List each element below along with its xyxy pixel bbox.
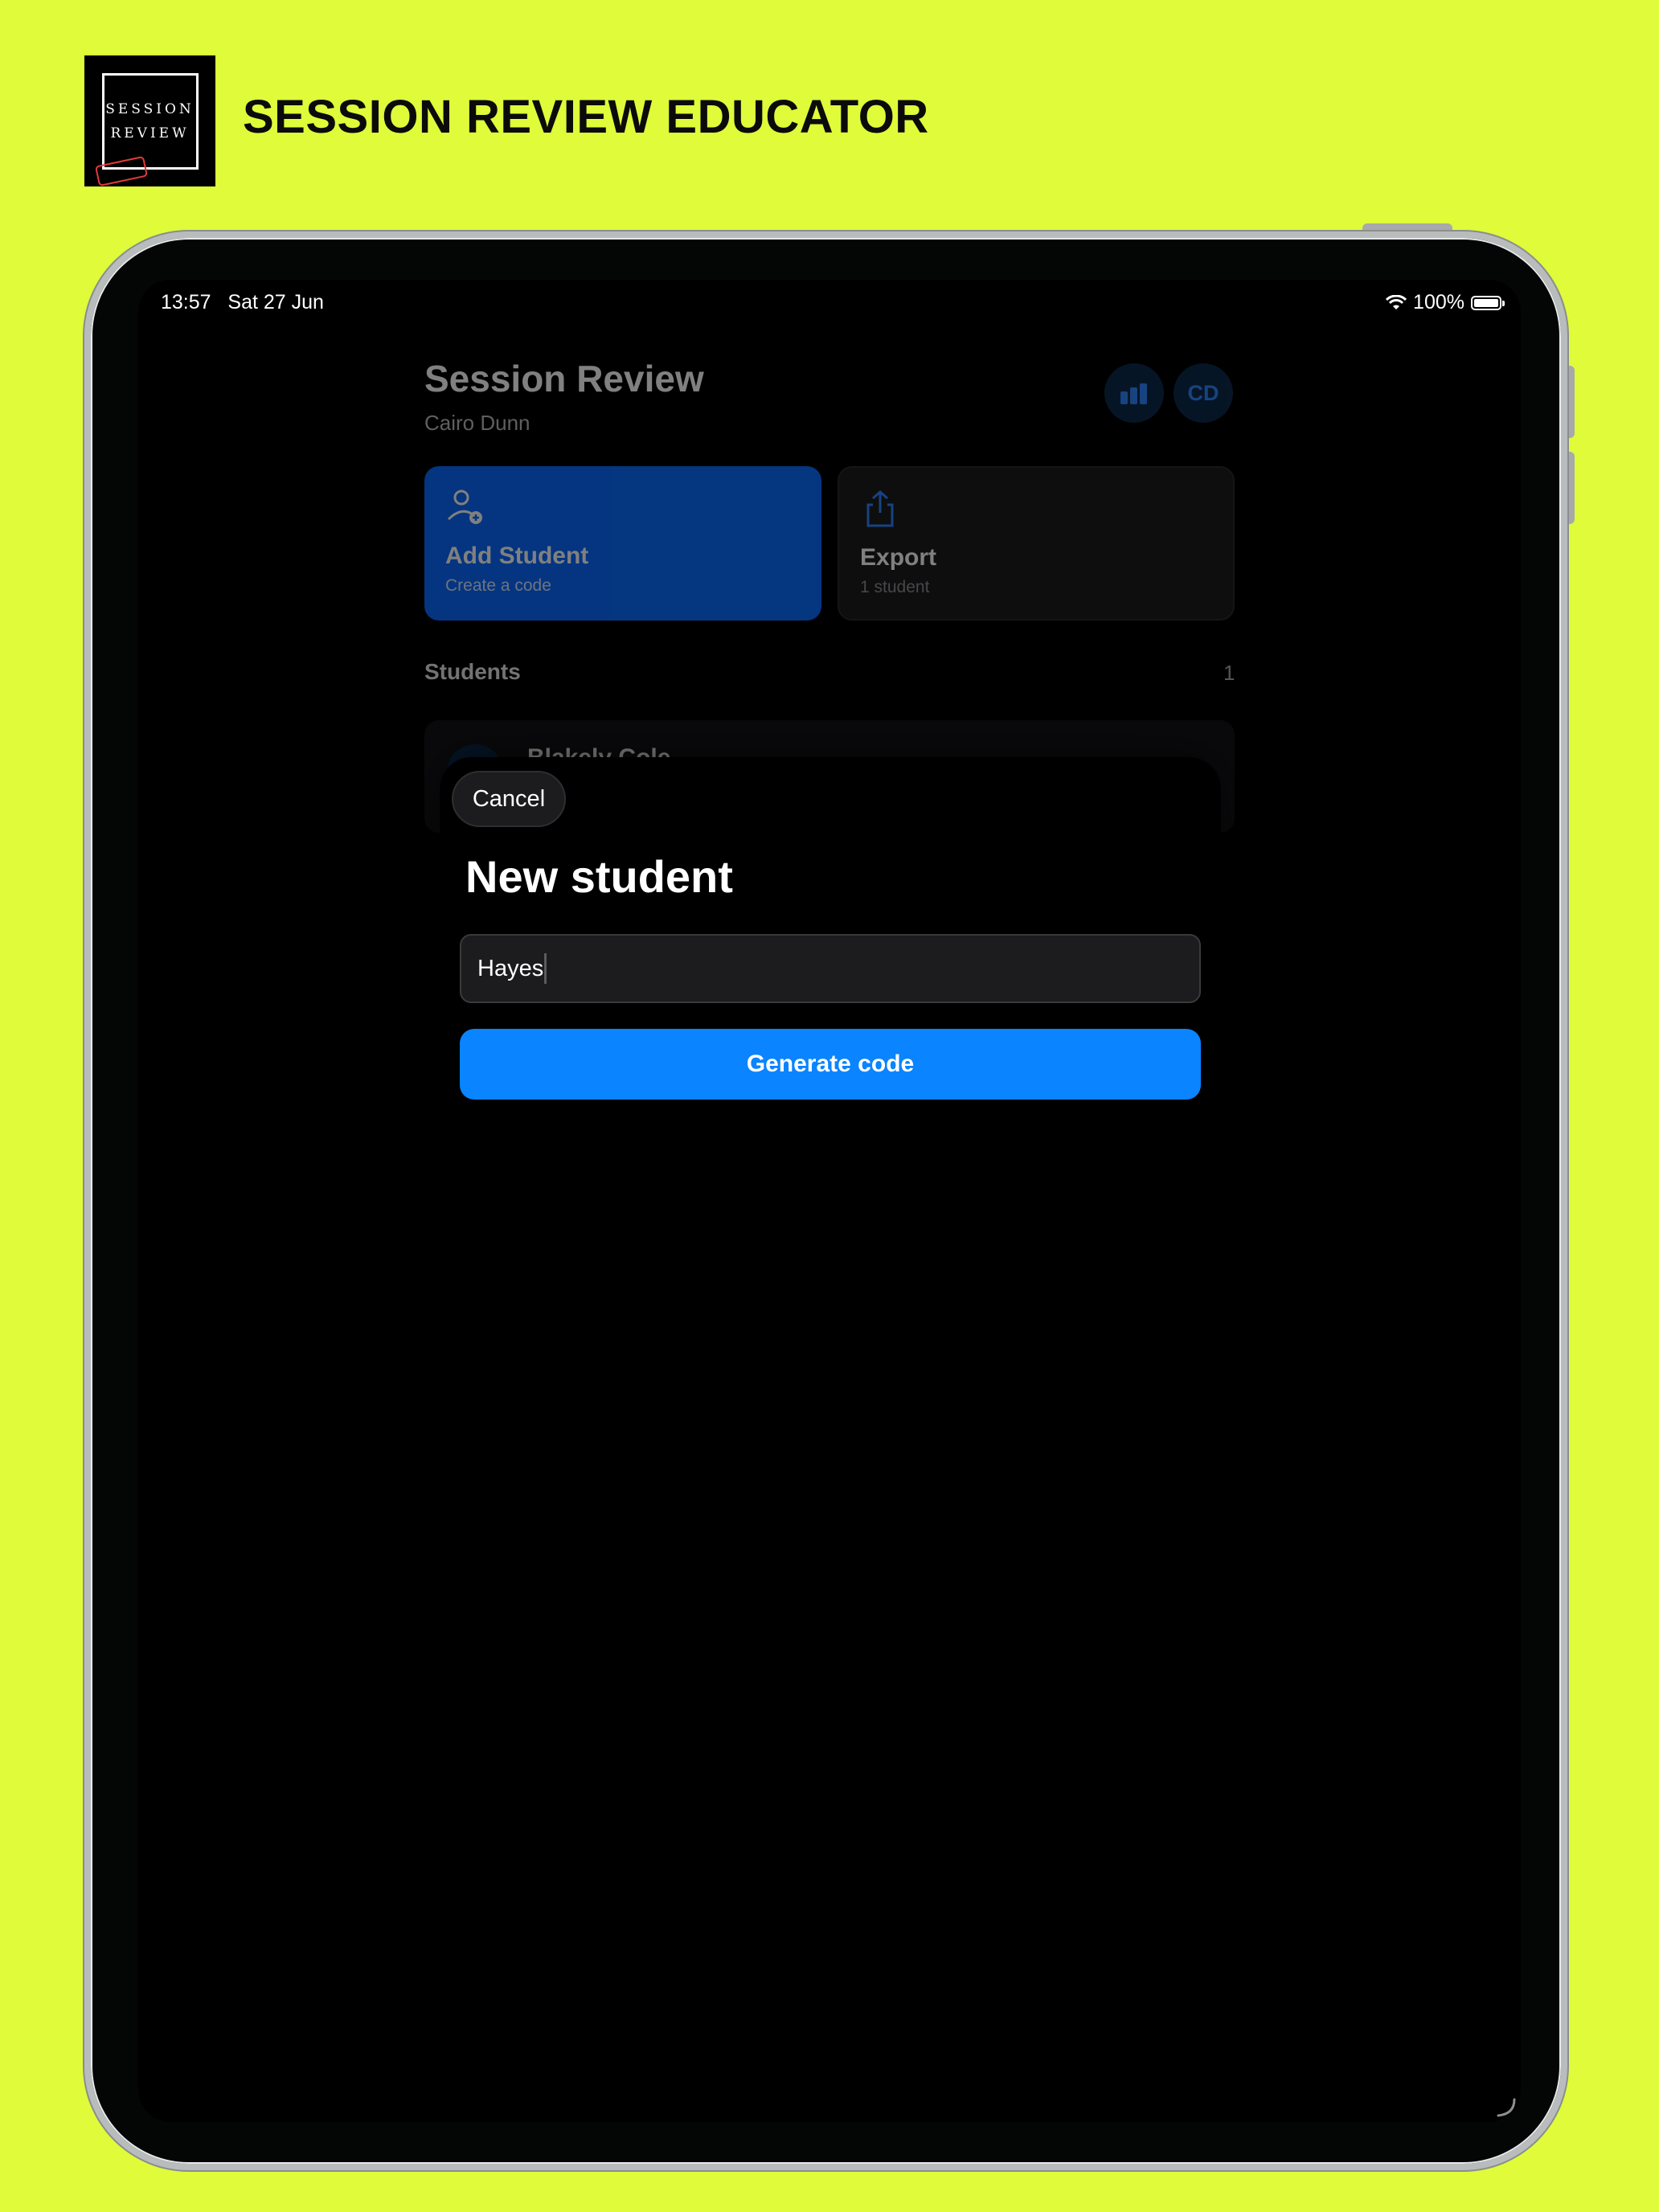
- add-person-icon: [447, 490, 482, 524]
- logo-frame: SESSION REVIEW: [94, 72, 199, 186]
- sheet-title: New student: [465, 851, 733, 902]
- input-value: Hayes: [477, 955, 544, 981]
- students-section-label: Students: [424, 659, 521, 684]
- app-subtitle: Cairo Dunn: [424, 411, 530, 435]
- profile-avatar-button[interactable]: CD: [1174, 363, 1233, 423]
- logo-stamp: [94, 155, 148, 186]
- corner-resize-icon: [1497, 2098, 1516, 2117]
- add-student-card[interactable]: Add Student Create a code: [424, 466, 821, 621]
- export-card[interactable]: Export 1 student: [838, 466, 1235, 621]
- brand-title: SESSION REVIEW EDUCATOR: [243, 91, 929, 143]
- student-name-input[interactable]: Hayes: [460, 934, 1201, 1003]
- export-subtitle: 1 student: [860, 578, 930, 596]
- add-student-subtitle: Create a code: [445, 576, 551, 595]
- new-student-sheet: Cancel New student Hayes Generate code: [440, 757, 1221, 1633]
- cancel-button[interactable]: Cancel: [452, 771, 566, 827]
- add-student-title: Add Student: [445, 543, 589, 569]
- app-title: Session Review: [424, 358, 704, 399]
- logo-text-line2: REVIEW: [110, 125, 190, 141]
- students-count: 1: [1223, 661, 1235, 685]
- export-title: Export: [860, 544, 937, 571]
- stats-button[interactable]: [1104, 363, 1164, 423]
- app-logo: SESSION REVIEW: [84, 55, 215, 186]
- share-icon: [866, 490, 894, 527]
- generate-code-button[interactable]: Generate code: [460, 1029, 1201, 1100]
- device-screen: 13:57 Sat 27 Jun 100% Session Review Cai…: [138, 280, 1521, 2122]
- logo-text-line1: SESSION: [105, 100, 195, 117]
- bar-chart-icon: [1120, 383, 1147, 404]
- text-caret: [544, 953, 547, 984]
